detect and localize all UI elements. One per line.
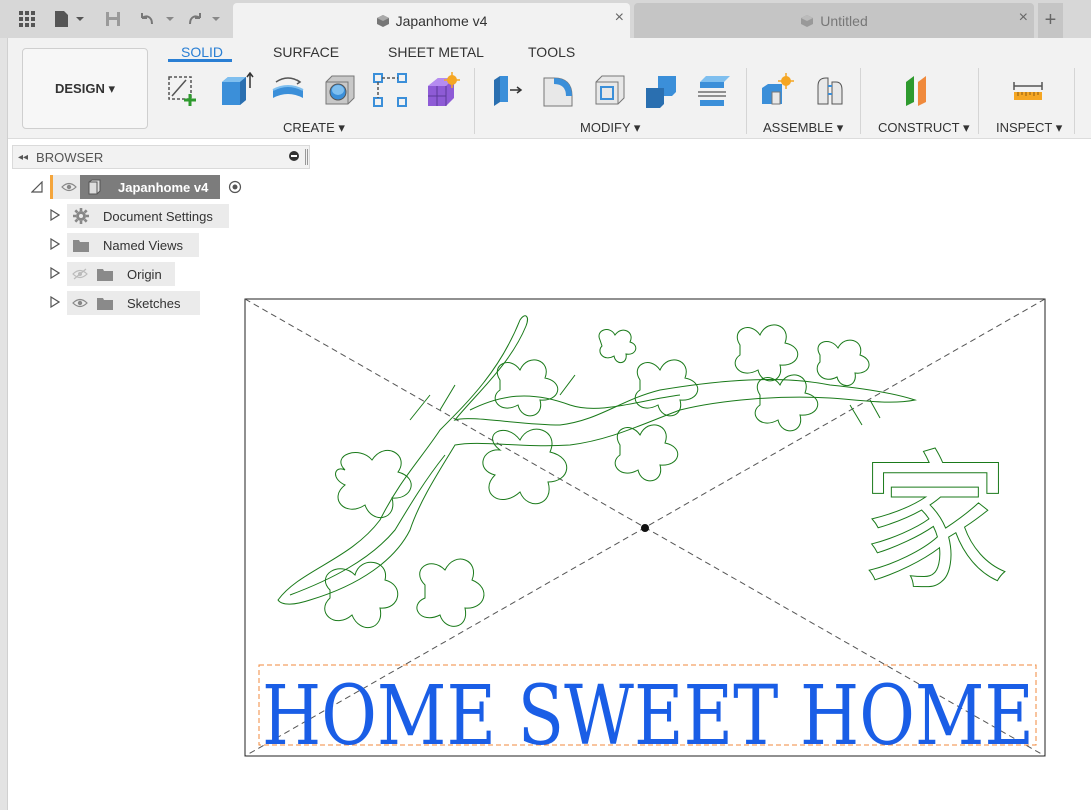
document-icon <box>88 179 101 195</box>
modify-group-label[interactable]: MODIFY ▾ <box>580 120 640 136</box>
expand-arrow-icon[interactable] <box>50 267 60 279</box>
browser-item-sketches[interactable]: Sketches <box>67 291 200 315</box>
tab-untitled[interactable]: Untitled × <box>634 3 1034 38</box>
create-sketch-icon[interactable] <box>166 72 202 108</box>
browser-item-label: Document Settings <box>103 208 213 224</box>
group-separator <box>746 68 747 134</box>
browser-panel-header[interactable]: ◂◂ BROWSER <box>12 145 310 169</box>
gear-icon <box>73 208 89 224</box>
save-icon[interactable] <box>104 9 122 29</box>
root-label: Japanhome v4 <box>118 179 209 195</box>
assemble-group-label[interactable]: ASSEMBLE ▾ <box>763 120 843 136</box>
measure-icon[interactable] <box>1010 72 1046 108</box>
eye-icon[interactable] <box>72 297 88 309</box>
component-cube-icon <box>801 14 814 27</box>
construction-diagonal[interactable] <box>244 298 1046 757</box>
title-bar: Japanhome v4 × Untitled × + <box>0 0 1091 38</box>
split-body-icon[interactable] <box>696 72 732 108</box>
create-group-label[interactable]: CREATE ▾ <box>283 120 345 136</box>
undo-icon[interactable] <box>138 9 178 29</box>
eye-hidden-icon[interactable] <box>72 268 88 280</box>
browser-item-document-settings[interactable]: Document Settings <box>67 204 229 228</box>
workspace-switcher-button[interactable]: DESIGN ▾ <box>22 48 148 129</box>
folder-icon <box>73 239 89 252</box>
browser-item-label: Named Views <box>103 237 183 253</box>
browser-title: BROWSER <box>36 149 104 165</box>
folder-icon <box>97 268 113 281</box>
sketch-rectangle[interactable] <box>244 298 1046 757</box>
browser-item-named-views[interactable]: Named Views <box>67 233 199 257</box>
active-tab-underline <box>168 59 232 62</box>
browser-root-item[interactable]: Japanhome v4 <box>80 175 220 199</box>
press-pull-icon[interactable] <box>488 72 524 108</box>
group-separator <box>474 68 475 134</box>
expand-arrow-icon[interactable] <box>50 238 60 250</box>
expand-arrow-icon[interactable] <box>50 296 60 308</box>
construction-diagonal[interactable] <box>244 298 1046 757</box>
folder-icon <box>97 297 113 310</box>
form-icon[interactable] <box>424 72 460 108</box>
tab-japanhome[interactable]: Japanhome v4 × <box>233 3 630 38</box>
home-sweet-home-text[interactable]: HOME SWEET HOME <box>262 669 1034 764</box>
browser-item-origin[interactable]: Origin <box>67 262 175 286</box>
inspect-group-label[interactable]: INSPECT ▾ <box>996 120 1062 136</box>
pattern-icon[interactable] <box>372 72 408 108</box>
revolve-icon[interactable] <box>270 72 306 108</box>
tab-tools[interactable]: TOOLS <box>528 44 575 60</box>
app-grid-icon[interactable] <box>18 9 36 29</box>
new-tab-button[interactable]: + <box>1038 3 1063 38</box>
cherry-blossom-sketch[interactable] <box>277 315 917 629</box>
browser-item-label: Sketches <box>127 295 181 311</box>
root-visibility-cell <box>50 175 80 199</box>
text-selection-box[interactable] <box>258 664 1037 746</box>
extrude-icon[interactable] <box>218 72 254 108</box>
file-menu-icon[interactable] <box>54 9 88 29</box>
expand-arrow-icon[interactable] <box>50 209 60 221</box>
component-cube-icon <box>376 14 389 27</box>
kanji-sketch-text[interactable]: 家 <box>859 437 1010 612</box>
group-separator <box>978 68 979 134</box>
eye-icon[interactable] <box>61 182 77 192</box>
tab-surface[interactable]: SURFACE <box>273 44 339 60</box>
activate-radio-icon[interactable] <box>228 180 242 194</box>
hole-icon[interactable] <box>322 72 358 108</box>
group-separator <box>1074 68 1075 134</box>
panel-resize-handle[interactable] <box>305 149 308 165</box>
shell-icon[interactable] <box>592 72 628 108</box>
redo-icon[interactable] <box>186 9 226 29</box>
center-point[interactable] <box>641 524 649 532</box>
browser-item-label: Origin <box>127 266 162 282</box>
tab-sheet-metal[interactable]: SHEET METAL <box>388 44 484 60</box>
minimize-icon[interactable] <box>289 151 299 161</box>
tab-solid[interactable]: SOLID <box>181 44 223 60</box>
construct-group-label[interactable]: CONSTRUCT ▾ <box>878 120 970 136</box>
close-tab-icon[interactable]: × <box>1019 9 1028 27</box>
close-tab-icon[interactable]: × <box>615 9 624 27</box>
new-component-icon[interactable] <box>758 72 794 108</box>
ribbon-toolbar: DESIGN ▾ SOLID SURFACE SHEET METAL TOOLS <box>8 38 1091 139</box>
offset-plane-icon[interactable] <box>902 72 938 108</box>
group-separator <box>860 68 861 134</box>
left-edge-strip <box>0 38 8 810</box>
collapse-tree-icon[interactable] <box>31 181 43 193</box>
combine-icon[interactable] <box>644 72 680 108</box>
tab-title: Untitled <box>820 12 868 29</box>
collapse-panel-icon[interactable]: ◂◂ <box>18 152 28 163</box>
tab-title: Japanhome v4 <box>395 12 488 29</box>
joint-icon[interactable] <box>812 72 848 108</box>
fillet-icon[interactable] <box>540 72 576 108</box>
